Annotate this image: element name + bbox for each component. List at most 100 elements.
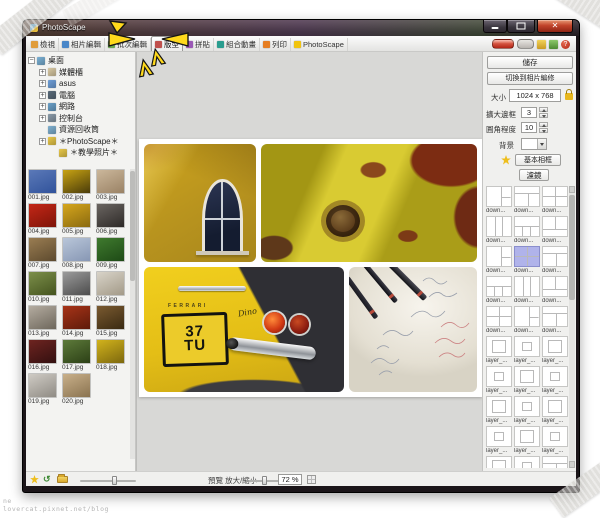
stepper-up-icon[interactable]: [539, 122, 548, 127]
save-button[interactable]: 儲存: [487, 56, 573, 69]
tree-expander-icon[interactable]: +: [39, 103, 46, 110]
template-item[interactable]: down...: [514, 306, 542, 334]
template-item[interactable]: layer_...: [514, 366, 542, 394]
tree-item[interactable]: ＊教學照片＊: [28, 147, 133, 159]
tree-item[interactable]: +電腦: [28, 90, 133, 102]
home-icon[interactable]: [537, 40, 546, 49]
template-item[interactable]: down...: [486, 216, 514, 244]
thumbnail-010.jpg[interactable]: 010.jpg: [28, 271, 61, 305]
scroll-down-icon[interactable]: [569, 461, 575, 468]
template-item[interactable]: down...: [542, 216, 570, 244]
template-item[interactable]: layer_...: [486, 426, 514, 454]
template-item[interactable]: down...: [542, 276, 570, 304]
thumbnail-008.jpg[interactable]: 008.jpg: [62, 237, 95, 271]
template-item[interactable]: layer_...: [542, 366, 570, 394]
thumbnail-011.jpg[interactable]: 011.jpg: [62, 271, 95, 305]
template-item[interactable]: down...: [514, 186, 542, 214]
collage-page[interactable]: FERRARI 37 TU Dino: [139, 139, 482, 397]
scrollbar-thumb[interactable]: [130, 171, 135, 281]
round-stepper[interactable]: [539, 122, 548, 133]
tree-item[interactable]: +＊PhotoScape＊: [28, 136, 133, 148]
stepper-down-icon[interactable]: [539, 128, 548, 133]
info-badge[interactable]: [517, 39, 534, 49]
thumbnail-017.jpg[interactable]: 017.jpg: [62, 339, 95, 373]
template-item[interactable]: down...: [486, 186, 514, 214]
template-item-selected[interactable]: down...: [514, 246, 542, 274]
template-item[interactable]: main_...: [542, 456, 570, 468]
tree-item[interactable]: −桌面: [28, 55, 133, 67]
thumbnail-016.jpg[interactable]: 016.jpg: [28, 339, 61, 373]
minimize-button[interactable]: [483, 20, 507, 33]
lock-icon[interactable]: [565, 93, 573, 100]
thumbnail-018.jpg[interactable]: 018.jpg: [96, 339, 129, 373]
dropdown-arrow-icon[interactable]: [537, 139, 546, 149]
template-item[interactable]: down...: [486, 246, 514, 274]
template-item[interactable]: down...: [486, 306, 514, 334]
thumbnail-001.jpg[interactable]: 001.jpg: [28, 169, 61, 203]
template-item[interactable]: layer_...: [542, 336, 570, 364]
tree-item[interactable]: +網路: [28, 101, 133, 113]
scrollbar-thumb[interactable]: [569, 195, 575, 300]
margin-input[interactable]: 3: [521, 107, 537, 118]
template-item[interactable]: layer_...: [514, 426, 542, 454]
scroll-up-icon[interactable]: [569, 186, 575, 193]
thumbnail-009.jpg[interactable]: 009.jpg: [96, 237, 129, 271]
thumbnail-003.jpg[interactable]: 003.jpg: [96, 169, 129, 203]
tree-expander-icon[interactable]: +: [39, 69, 46, 76]
thumbnail-007.jpg[interactable]: 007.jpg: [28, 237, 61, 271]
thumbnail-005.jpg[interactable]: 005.jpg: [62, 203, 95, 237]
share-icon[interactable]: [549, 40, 558, 49]
thumbnail-013.jpg[interactable]: 013.jpg: [28, 305, 61, 339]
tree-expander-icon[interactable]: +: [39, 115, 46, 122]
template-item[interactable]: layer_...: [486, 366, 514, 394]
template-item[interactable]: layer_...: [514, 456, 542, 468]
tab-print[interactable]: 列印: [260, 38, 291, 51]
folder-icon[interactable]: [57, 476, 68, 483]
tree-expander-icon[interactable]: +: [39, 92, 46, 99]
collage-photo-rusty-metal-bolt[interactable]: [261, 144, 477, 262]
stepper-down-icon[interactable]: [539, 113, 548, 118]
thumbnail-014.jpg[interactable]: 014.jpg: [62, 305, 95, 339]
basic-frame-button[interactable]: 基本相框: [515, 154, 561, 166]
zoom-fit-icon[interactable]: [307, 475, 316, 484]
help-icon[interactable]: ?: [561, 40, 570, 49]
template-item[interactable]: down...: [542, 246, 570, 274]
thumbnail-size-slider-knob[interactable]: [112, 476, 117, 485]
size-input[interactable]: 1024 x 768: [509, 89, 561, 102]
update-badge[interactable]: [492, 39, 514, 49]
margin-stepper[interactable]: [539, 107, 548, 118]
thumbnail-019.jpg[interactable]: 019.jpg: [28, 373, 61, 407]
thumbnail-006.jpg[interactable]: 006.jpg: [96, 203, 129, 237]
template-item[interactable]: layer_...: [486, 336, 514, 364]
thumbnail-020.jpg[interactable]: 020.jpg: [62, 373, 95, 407]
background-color-dropdown[interactable]: [521, 138, 547, 150]
template-item[interactable]: layer_...: [542, 426, 570, 454]
collage-photo-yellow-wall-window[interactable]: [144, 144, 256, 262]
thumbnail-002.jpg[interactable]: 002.jpg: [62, 169, 95, 203]
tab-animated-gif[interactable]: 組合動畫: [214, 38, 260, 51]
thumbnail-scrollbar[interactable]: [130, 169, 135, 459]
round-input[interactable]: 10: [521, 122, 537, 133]
close-button[interactable]: ✕: [537, 20, 573, 33]
tab-viewer[interactable]: 檢視: [28, 38, 59, 51]
template-item[interactable]: layer_...: [514, 396, 542, 424]
tree-item[interactable]: +asus: [28, 78, 133, 90]
thumbnail-size-slider[interactable]: [80, 480, 136, 482]
tree-item[interactable]: +控制台: [28, 113, 133, 125]
refresh-icon[interactable]: ↺: [43, 475, 51, 484]
tree-expander-icon[interactable]: −: [28, 57, 35, 64]
template-item[interactable]: layer_...: [486, 456, 514, 468]
tab-photoscape[interactable]: PhotoScape: [291, 38, 348, 51]
thumbnail-015.jpg[interactable]: 015.jpg: [96, 305, 129, 339]
template-scrollbar[interactable]: [569, 186, 575, 468]
thumbnail-012.jpg[interactable]: 012.jpg: [96, 271, 129, 305]
tree-item[interactable]: +媒體櫃: [28, 67, 133, 79]
stepper-up-icon[interactable]: [539, 107, 548, 112]
favorites-icon[interactable]: [30, 475, 39, 484]
template-item[interactable]: down...: [542, 186, 570, 214]
tree-expander-icon[interactable]: +: [39, 138, 46, 145]
template-item[interactable]: layer_...: [514, 336, 542, 364]
template-item[interactable]: layer_...: [486, 396, 514, 424]
tree-item[interactable]: 資源回收筒: [28, 124, 133, 136]
preview-zoom-slider-knob[interactable]: [262, 476, 267, 485]
